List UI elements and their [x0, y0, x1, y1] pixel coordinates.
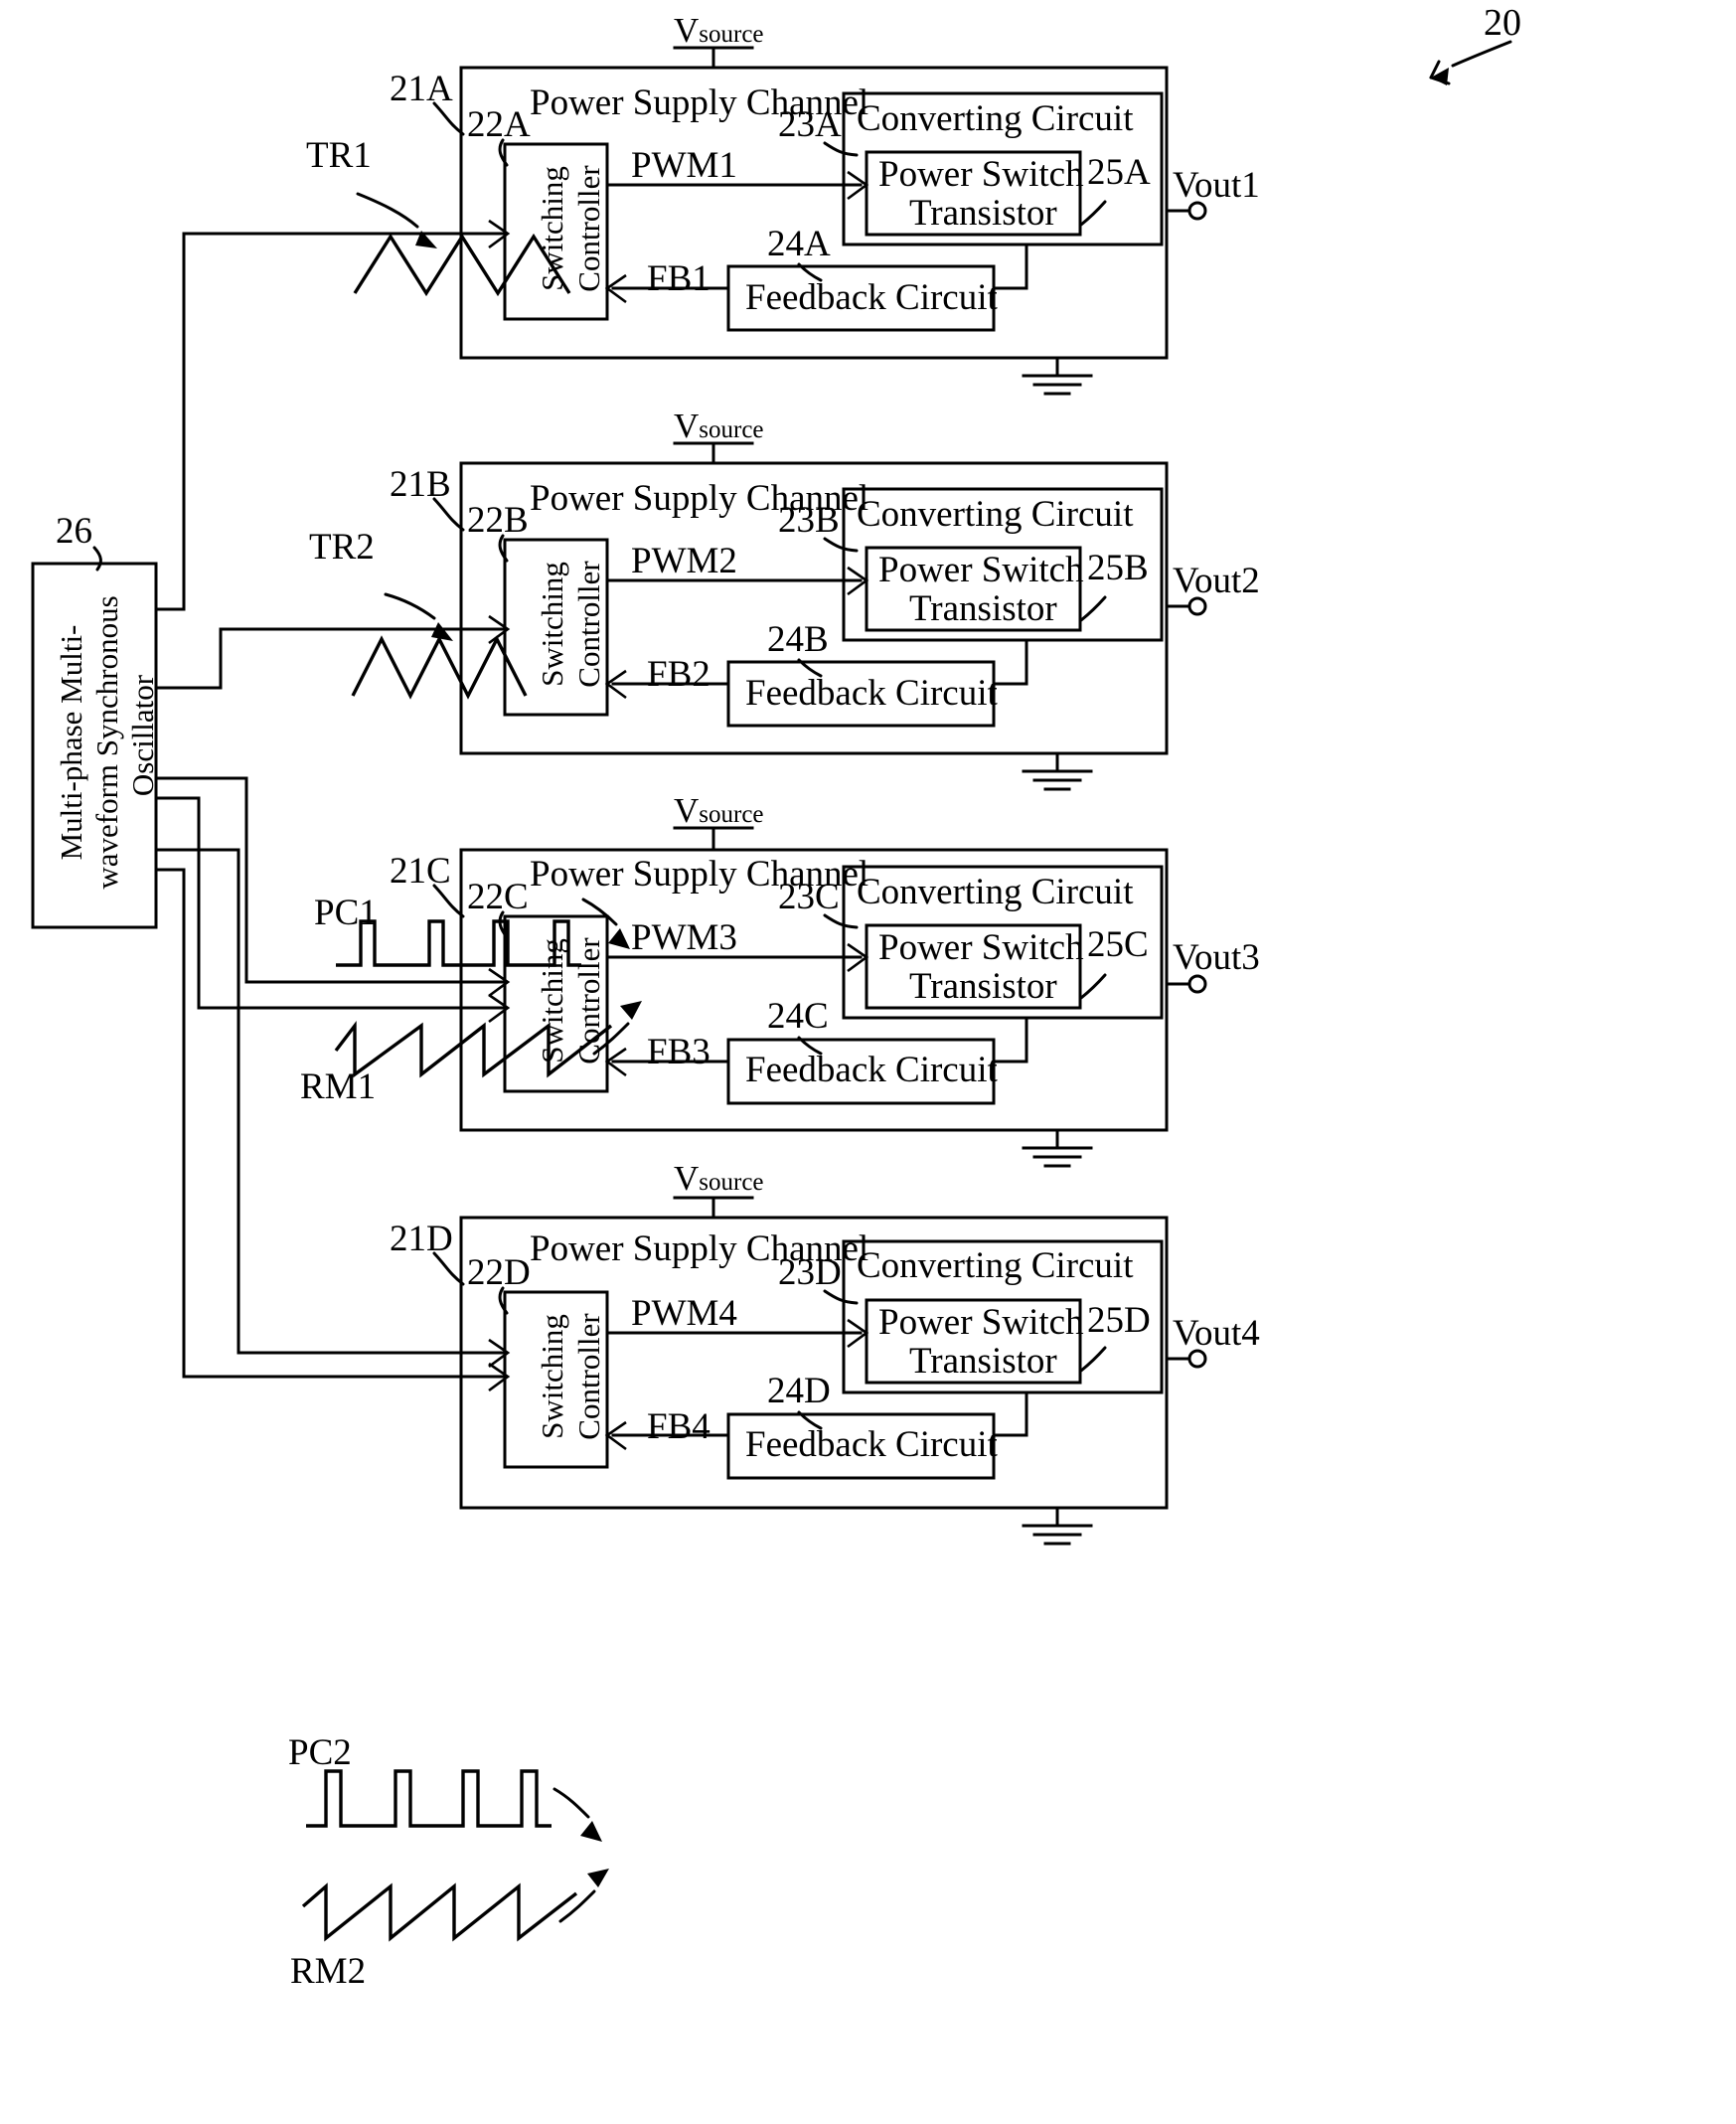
- waveform-tr2: [351, 635, 528, 700]
- channel-c-ref-label: 21C: [390, 851, 451, 892]
- channel-d-output-ref-label: 25D: [1087, 1300, 1151, 1341]
- pc2-pointer-line: [552, 1787, 590, 1819]
- pc1-pointer-head: [608, 928, 630, 949]
- channel-a-switching-controller-line1: Switching: [535, 166, 569, 291]
- channel-c-output-ref-leader: [1079, 973, 1107, 1000]
- channel-a-pwm-label: PWM1: [631, 145, 737, 186]
- channel-c-power-switch-line2: Transistor: [909, 966, 1057, 1007]
- waveform-rm2-label: RM2: [290, 1951, 367, 1992]
- oscillator-out2-route: [154, 627, 223, 690]
- channel-c-converting-title: Converting Circuit: [857, 872, 1134, 912]
- channel-b-controller-ref-label: 22B: [467, 500, 529, 541]
- channel-d-output-ref-leader: [1079, 1346, 1107, 1373]
- channel-a-fb-label: FB1: [647, 258, 710, 299]
- channel-a-feedback-title: Feedback Circuit: [745, 277, 998, 318]
- channel-a-ref-label: 21A: [390, 69, 453, 109]
- waveform-pc1-label: PC1: [314, 893, 378, 933]
- rm2-pointer-line: [558, 1889, 596, 1923]
- oscillator-label-line1: Multi-phase Multi-: [54, 624, 88, 861]
- oscillator-out1-route: [154, 232, 186, 611]
- pc2-pointer-head: [580, 1821, 602, 1842]
- channel-a-power-switch-line2: Transistor: [909, 193, 1057, 234]
- figure-ref-pointer: [1429, 40, 1512, 85]
- waveform-rm2: [301, 1882, 578, 1942]
- figure-ref-number: 20: [1484, 2, 1521, 44]
- tr2-pointer-line: [384, 592, 436, 620]
- figure-ref-leader: [1451, 40, 1512, 68]
- oscillator-ref-number: 26: [56, 511, 92, 552]
- rm1-pointer-head: [620, 1001, 642, 1020]
- channel-a-converting-ref-label: 23A: [778, 104, 842, 145]
- channel-c-power-switch-line1: Power Switch: [878, 927, 1084, 968]
- oscillator-out4-route: [154, 796, 201, 1010]
- channel-b-feedback-ref-label: 24B: [767, 619, 829, 660]
- channel-a-power-switch-line1: Power Switch: [878, 154, 1084, 195]
- channel-b-feedback-title: Feedback Circuit: [745, 673, 998, 714]
- oscillator-label-line3: Oscillator: [125, 674, 160, 797]
- channel-d-controller-ref-label: 22D: [467, 1252, 531, 1293]
- channel-b-vsource-label: Vsource: [674, 407, 764, 445]
- channel-c-output-ref-label: 25C: [1087, 924, 1149, 965]
- channel-a-output-ref-leader: [1079, 200, 1107, 227]
- channel-c-switching-controller-line2: Controller: [571, 937, 606, 1064]
- rm2-pointer-head: [587, 1869, 609, 1887]
- channel-b-switching-controller-line1: Switching: [535, 562, 569, 687]
- oscillator-out3-route: [154, 776, 262, 984]
- channel-b-power-switch-line1: Power Switch: [878, 550, 1084, 590]
- channel-d-power-switch-line2: Transistor: [909, 1341, 1057, 1382]
- waveform-pc2-label: PC2: [288, 1732, 352, 1773]
- channel-a-converting-title: Converting Circuit: [857, 98, 1134, 139]
- channel-b-ref-label: 21B: [390, 464, 451, 505]
- channel-c-switching-controller-line1: Switching: [535, 938, 569, 1063]
- channel-c-pwm-label: PWM3: [631, 917, 737, 958]
- channel-b-vout-label: Vout2: [1173, 561, 1260, 601]
- waveform-rm1-label: RM1: [300, 1066, 377, 1107]
- channel-d-vsource-label: Vsource: [674, 1159, 764, 1198]
- waveform-rm1: [334, 1020, 613, 1078]
- channel-c-vout-label: Vout3: [1173, 937, 1260, 978]
- channel-b-converting-ref-label: 23B: [778, 500, 840, 541]
- channel-d-switching-controller-line1: Switching: [535, 1314, 569, 1439]
- channel-b-output-ref-leader: [1079, 595, 1107, 622]
- channel-c-converting-ref-label: 23C: [778, 877, 840, 917]
- tr2-pointer-head: [431, 622, 453, 641]
- tr1-pointer-line: [356, 192, 419, 229]
- channel-c-controller-ref-label: 22C: [467, 877, 529, 917]
- channel-a-vout-label: Vout1: [1173, 165, 1260, 206]
- channel-d-pwm-label: PWM4: [631, 1293, 737, 1334]
- channel-c-vsource-label: Vsource: [674, 791, 764, 830]
- channel-a-controller-ref-label: 22A: [467, 104, 531, 145]
- channel-c-fb-label: FB3: [647, 1032, 710, 1072]
- waveform-pc2: [306, 1769, 552, 1828]
- channel-b-fb-label: FB2: [647, 654, 710, 695]
- channel-d-vout-label: Vout4: [1173, 1313, 1260, 1354]
- channel-d-fb-label: FB4: [647, 1406, 710, 1447]
- oscillator-label-line2: waveform Synchronous: [89, 595, 124, 890]
- channel-a-vsource-label: Vsource: [674, 11, 764, 50]
- channel-d-feedback-ref-label: 24D: [767, 1371, 831, 1411]
- channel-c-feedback-ref-label: 24C: [767, 996, 829, 1037]
- channel-d-converting-title: Converting Circuit: [857, 1245, 1134, 1286]
- channel-c-feedback-title: Feedback Circuit: [745, 1050, 998, 1090]
- channel-b-switching-controller-line2: Controller: [571, 561, 606, 688]
- channel-b-output-ref-label: 25B: [1087, 548, 1149, 588]
- patent-figure-canvas: 20 26 Multi-phase Multi- waveform Synchr…: [0, 0, 1736, 2124]
- channel-b-pwm-label: PWM2: [631, 541, 737, 581]
- waveform-tr2-label: TR2: [309, 527, 375, 568]
- channel-c-output-terminal: [1187, 974, 1207, 994]
- oscillator-out6-route: [154, 868, 186, 1379]
- channel-d-power-switch-line1: Power Switch: [878, 1302, 1084, 1343]
- waveform-tr1-label: TR1: [306, 135, 372, 176]
- channel-d-switching-controller-line2: Controller: [571, 1313, 606, 1440]
- channel-a-feedback-ref-label: 24A: [767, 224, 831, 264]
- channel-a-switching-controller-line2: Controller: [571, 165, 606, 292]
- channel-b-power-switch-line2: Transistor: [909, 588, 1057, 629]
- channel-d-ref-label: 21D: [390, 1219, 453, 1259]
- channel-a-output-ref-label: 25A: [1087, 152, 1151, 193]
- channel-d-converting-ref-label: 23D: [778, 1252, 842, 1293]
- oscillator-ref-leader: [92, 546, 102, 572]
- channel-d-feedback-title: Feedback Circuit: [745, 1424, 998, 1465]
- channel-b-converting-title: Converting Circuit: [857, 494, 1134, 535]
